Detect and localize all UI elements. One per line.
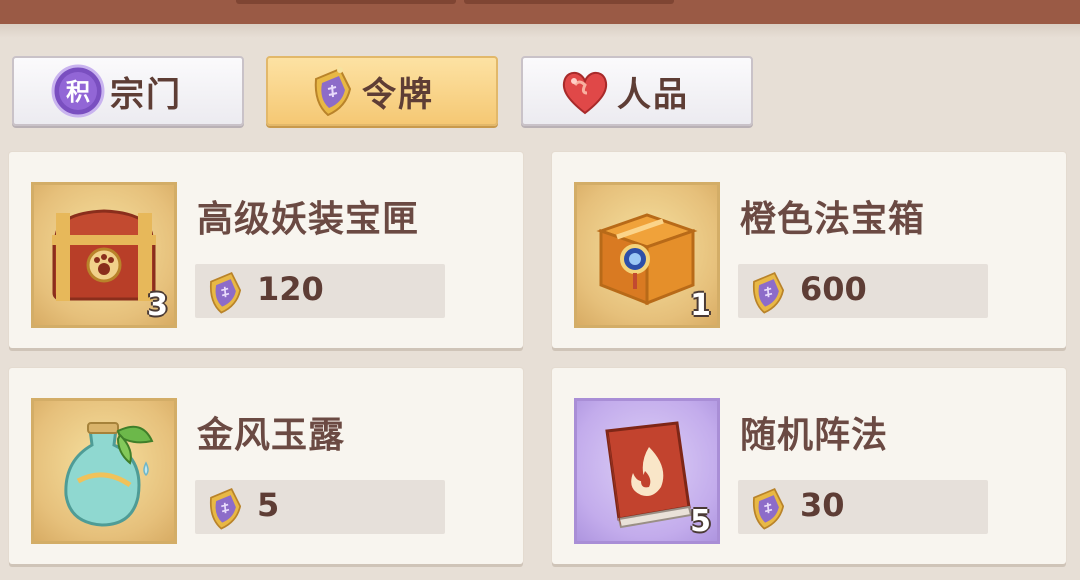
tab-label: 宗门 xyxy=(110,74,182,115)
tab-character[interactable]: 人品 xyxy=(521,56,753,126)
token-medal-icon xyxy=(742,484,790,532)
coin-glyph: 积 xyxy=(66,78,90,106)
price-box: 120 xyxy=(195,264,445,318)
shop-item-card[interactable]: 1 橙色法宝箱 600 xyxy=(552,152,1066,348)
shop-item-card[interactable]: 金风玉露 5 xyxy=(9,368,523,564)
item-name: 金风玉露 xyxy=(197,415,346,456)
item-price: 5 xyxy=(257,486,280,524)
item-count: 3 xyxy=(147,288,168,323)
tab-label: 人品 xyxy=(617,74,689,115)
item-price: 120 xyxy=(257,270,324,308)
token-medal-icon xyxy=(199,484,247,532)
top-bar-notch xyxy=(236,0,456,4)
item-count: 5 xyxy=(690,504,711,539)
tab-token[interactable]: 令牌 xyxy=(266,56,498,126)
token-medal-icon xyxy=(302,63,358,119)
top-bar-notch xyxy=(464,0,674,4)
item-icon-frame[interactable]: 5 xyxy=(574,398,720,544)
shop-item-card[interactable]: 5 随机阵法 30 xyxy=(552,368,1066,564)
purple-ji-coin-icon: 积 xyxy=(50,63,106,119)
jade-bottle-icon xyxy=(64,422,154,527)
item-count: 1 xyxy=(690,288,711,323)
item-name: 高级妖装宝匣 xyxy=(197,199,420,240)
tab-sect[interactable]: 积 宗门 xyxy=(12,56,244,126)
item-price: 600 xyxy=(800,270,867,308)
item-name: 橙色法宝箱 xyxy=(740,199,926,240)
top-bar xyxy=(0,0,1080,24)
shop-item-card[interactable]: 3 高级妖装宝匣 120 xyxy=(9,152,523,348)
item-icon-frame[interactable]: 1 xyxy=(574,182,720,328)
item-price: 30 xyxy=(800,486,845,524)
price-box: 5 xyxy=(195,480,445,534)
token-medal-icon xyxy=(742,268,790,316)
tab-label: 令牌 xyxy=(362,74,434,115)
price-box: 600 xyxy=(738,264,988,318)
token-medal-icon xyxy=(199,268,247,316)
price-box: 30 xyxy=(738,480,988,534)
item-icon-frame[interactable] xyxy=(31,398,177,544)
item-icon-frame[interactable]: 3 xyxy=(31,182,177,328)
item-name: 随机阵法 xyxy=(740,415,889,456)
heart-icon xyxy=(557,63,613,119)
top-shelf xyxy=(0,24,1080,38)
